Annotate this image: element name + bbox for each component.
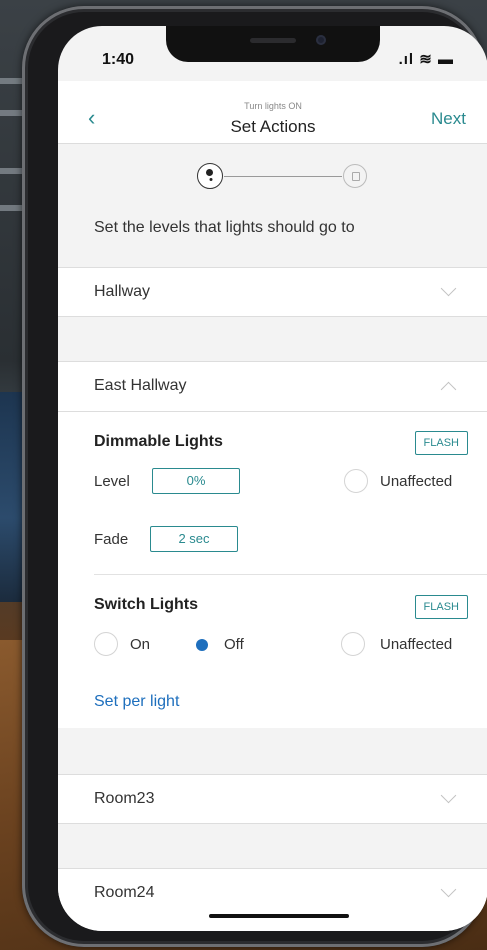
switch-off-radio[interactable] [189,632,213,656]
phone-frame: 1:40 .ıl ≋ ▬ ‹ Turn lights ON Set Action… [22,6,487,947]
step-connector [224,176,342,177]
chevron-up-icon [440,381,457,398]
level-label: Level [94,473,130,490]
switch-flash-button[interactable]: FLASH [414,595,468,619]
switch-unaffected-label: Unaffected [380,636,453,653]
signal-wifi-battery-icon: .ıl ≋ ▬ [398,51,454,68]
switch-unaffected-radio[interactable] [341,632,365,656]
speaker [250,38,296,43]
switch-lights-title: Switch Lights [94,596,198,613]
group-row-hallway[interactable]: Hallway [58,267,487,317]
dimmable-lights-title: Dimmable Lights [94,433,223,450]
status-time: 1:40 [102,51,135,68]
page-title: Set Actions [230,117,316,136]
bulb-step-icon [197,163,223,189]
chevron-down-icon [440,787,457,804]
chevron-down-icon [440,280,457,297]
fade-input[interactable]: 2 sec [150,526,238,552]
review-step-icon [343,164,367,188]
nav-subtitle: Turn lights ON [244,101,302,111]
divider [94,574,487,575]
phone-screen: 1:40 .ıl ≋ ▬ ‹ Turn lights ON Set Action… [58,26,487,931]
east-hallway-panel: Dimmable Lights FLASH Level 0% Unaffecte… [58,412,487,728]
chevron-down-icon [440,881,457,898]
dimmable-unaffected-label: Unaffected [380,473,453,490]
dimmable-flash-button[interactable]: FLASH [414,431,468,455]
level-input[interactable]: 0% [152,468,240,494]
group-label: Hallway [94,283,151,300]
fade-label: Fade [94,531,129,548]
group-label: East Hallway [94,377,187,394]
switch-on-radio[interactable] [94,632,118,656]
group-label: Room23 [94,790,155,807]
nav-bar: ‹ Turn lights ON Set Actions Next [58,81,487,144]
dimmable-unaffected-radio[interactable] [344,469,368,493]
notch [166,26,380,62]
instructions-text: Set the levels that lights should go to [94,219,355,236]
switch-off-label: Off [224,636,244,653]
switch-on-label: On [130,636,151,653]
group-row-east-hallway[interactable]: East Hallway [58,361,487,412]
front-camera [316,35,326,45]
group-row-room23[interactable]: Room23 [58,774,487,824]
group-label: Room24 [94,884,155,901]
step-indicator [58,159,487,199]
next-button[interactable]: Next [431,109,466,129]
group-row-room24[interactable]: Room24 [58,868,487,931]
home-indicator [209,914,349,918]
set-per-light-link[interactable]: Set per light [94,693,179,711]
